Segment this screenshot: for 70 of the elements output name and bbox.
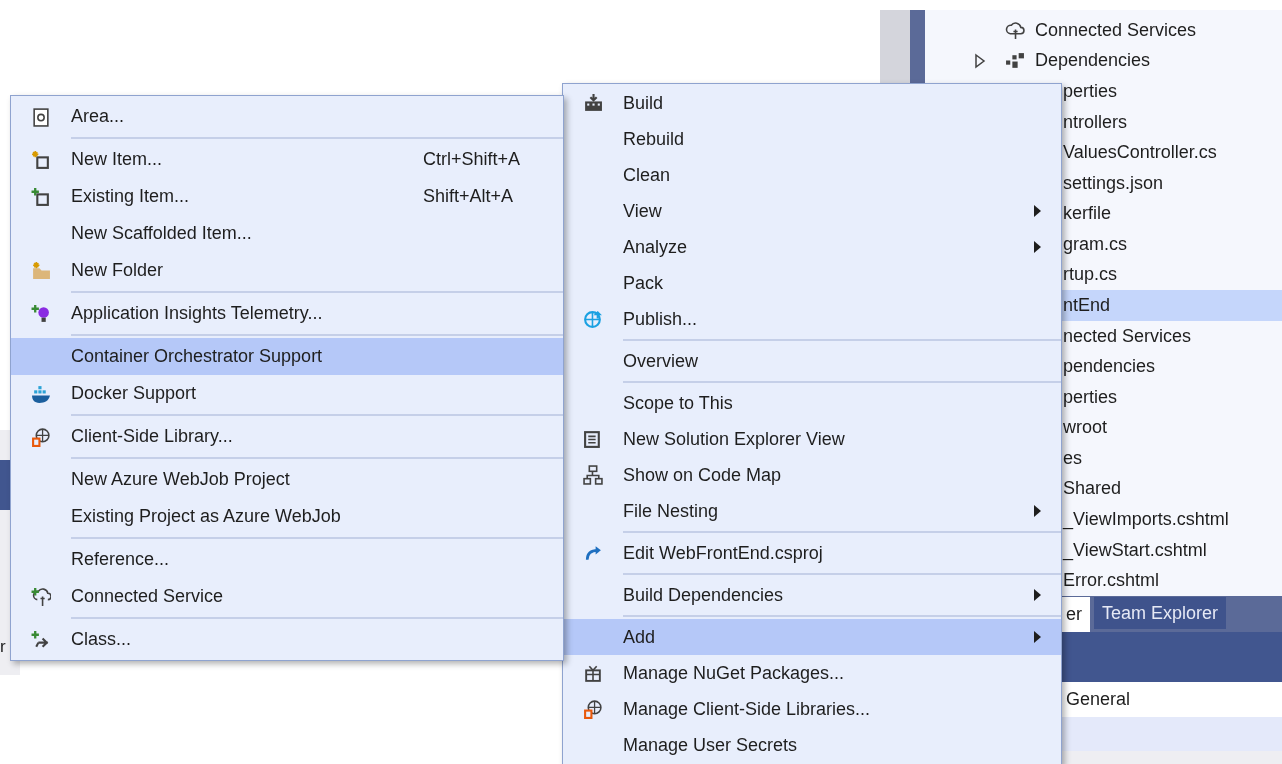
new-item-icon <box>31 149 51 170</box>
lightbulb-icon <box>31 303 51 324</box>
menu-item[interactable]: Clean <box>563 157 1061 193</box>
tree-item-label: pendencies <box>1063 356 1156 378</box>
menu-item[interactable]: Build Dependencies <box>563 577 1061 613</box>
menu-item[interactable]: Manage NuGet Packages... <box>563 655 1061 691</box>
whale-container-icon <box>31 383 51 404</box>
tree-item-label: ValuesController.cs <box>1063 142 1217 164</box>
menu-item[interactable]: New Scaffolded Item... <box>11 215 563 252</box>
globe-library-icon <box>583 699 603 719</box>
panel-tab[interactable]: Team Explorer <box>1094 597 1227 629</box>
menu-item[interactable]: Existing Project as Azure WebJob <box>11 498 563 535</box>
background-text: r <box>0 637 7 657</box>
tree-item-label: _ViewStart.cshtml <box>1063 539 1207 561</box>
tree-item-label: ntEnd <box>1063 295 1111 316</box>
menu-item[interactable]: Build <box>563 85 1061 121</box>
tree-item-label: perties <box>1063 80 1118 102</box>
globe-library-icon <box>31 426 51 447</box>
globe-upload-icon <box>583 309 603 329</box>
build-icon <box>583 93 603 113</box>
tree-item-label: gram.cs <box>1063 233 1127 255</box>
menu-item[interactable]: File Nesting <box>563 493 1061 529</box>
tree-item-label: settings.json <box>1063 172 1164 194</box>
menu-item[interactable]: New Item... Ctrl+Shift+A <box>11 141 563 178</box>
expand-arrow-icon[interactable] <box>974 52 986 69</box>
window-list-icon <box>583 429 603 449</box>
new-folder-icon <box>31 260 51 281</box>
menu-item[interactable]: New Folder <box>11 252 563 289</box>
tree-item-label: Error.cshtml <box>1063 570 1159 592</box>
add-class-icon <box>31 629 51 650</box>
tree-item-label: _ViewImports.cshtml <box>1063 509 1229 531</box>
menu-item[interactable]: Connected Service <box>11 578 563 615</box>
menu-item[interactable]: New Azure WebJob Project <box>11 461 563 498</box>
code-map-icon <box>583 465 603 485</box>
package-icon <box>583 663 603 683</box>
menu-item[interactable]: Analyze <box>563 229 1061 265</box>
menu-item[interactable]: Application Insights Telemetry... <box>11 295 563 332</box>
menu-item[interactable]: Docker Support <box>11 375 563 412</box>
add-existing-icon <box>31 186 51 207</box>
tree-item[interactable]: Dependencies <box>925 45 1282 77</box>
menu-item[interactable]: Overview <box>563 343 1061 379</box>
tree-item-label: rtup.cs <box>1063 264 1118 286</box>
menu-item[interactable]: New Solution Explorer View <box>563 421 1061 457</box>
menu-item[interactable]: Reference... <box>11 541 563 578</box>
tree-item-label: Shared <box>1063 478 1122 500</box>
menu-item[interactable]: Scope to This <box>563 385 1061 421</box>
menu-item[interactable]: Rebuild <box>563 121 1061 157</box>
tree-item-label: nected Services <box>1063 325 1192 347</box>
menu-item[interactable]: Class... <box>11 621 563 658</box>
dependencies-icon <box>1005 50 1025 71</box>
tree-item-label: Dependencies <box>1035 50 1151 72</box>
tree-item-label: Connected Services <box>1035 19 1197 41</box>
tree-item-label: wroot <box>1063 417 1107 439</box>
tree-item-label: perties <box>1063 386 1118 408</box>
menu-item[interactable]: Show on Code Map <box>563 457 1061 493</box>
menu-item[interactable]: Manage User Secrets <box>563 727 1061 763</box>
menu-item[interactable]: Client-Side Library... <box>11 418 563 455</box>
menu-item[interactable]: Existing Item... Shift+Alt+A <box>11 178 563 215</box>
tree-item-label: kerfile <box>1063 203 1111 225</box>
area-icon <box>31 106 51 127</box>
menu-item[interactable]: Container Orchestrator Support <box>11 338 563 375</box>
menu-item[interactable]: Add <box>563 619 1061 655</box>
property-category: General <box>1066 689 1131 710</box>
menu-item[interactable]: Edit WebFrontEnd.csproj <box>563 535 1061 571</box>
menu-item[interactable]: View <box>563 193 1061 229</box>
menu-item[interactable]: Manage Client-Side Libraries... <box>563 691 1061 727</box>
menu-item[interactable]: Area... <box>11 98 563 135</box>
tree-item-label: es <box>1063 447 1082 469</box>
tree-item[interactable]: Connected Services <box>925 15 1282 46</box>
tree-item-label: ntrollers <box>1063 111 1128 133</box>
